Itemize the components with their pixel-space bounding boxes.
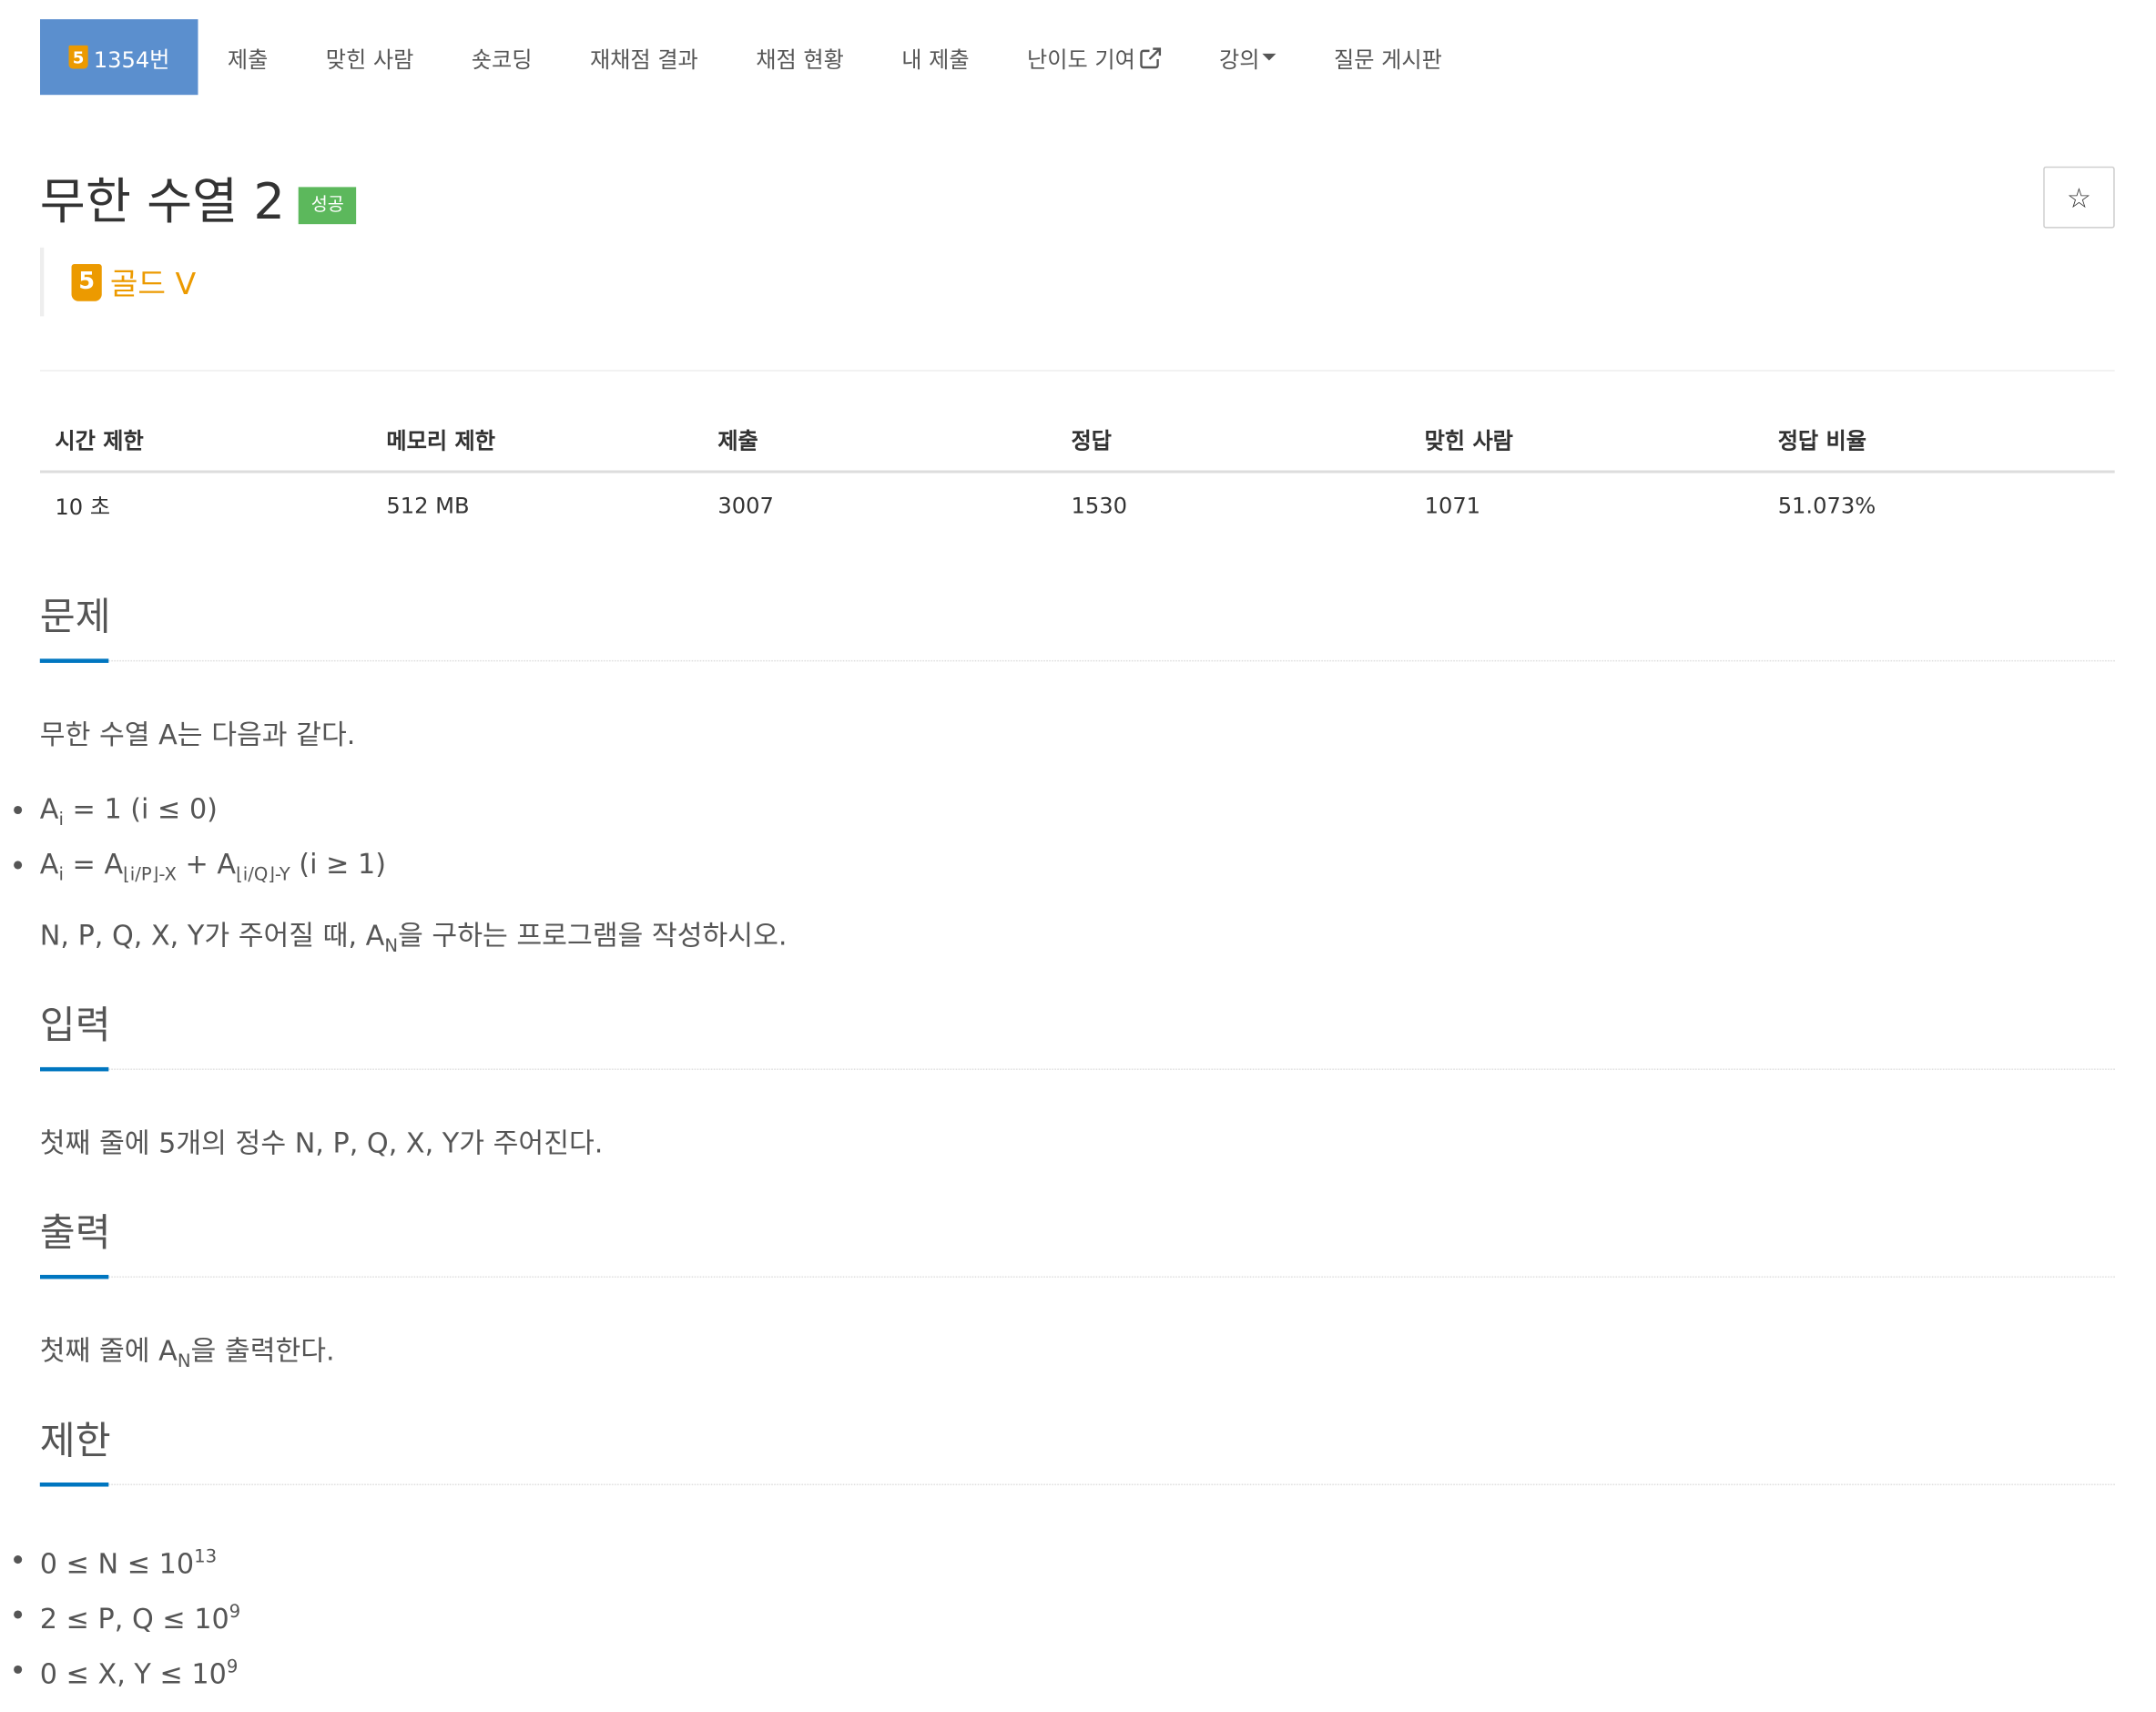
nav-rejudge-results-label: 재채점 결과 [589, 46, 698, 73]
tier-label: 골드 V [109, 268, 197, 303]
heading-underline [39, 1066, 109, 1072]
nav-judge-status[interactable]: 채점 현황 [727, 19, 872, 95]
math-symbol: A [39, 791, 59, 826]
problem-title-row: 무한 수열 2 성공 [40, 162, 357, 234]
output-text: 첫째 줄에 A [39, 1333, 178, 1368]
section-title: 문제 [39, 594, 111, 640]
nav-submit[interactable]: 제출 [198, 19, 297, 95]
header-solved-users: 맞힌 사람 [1424, 427, 1513, 454]
star-icon: ☆ [2066, 180, 2091, 214]
section-title: 제한 [39, 1418, 111, 1463]
problem-info-table: 시간 제한 메모리 제한 제출 정답 맞힌 사람 정답 비율 10 초 512 … [39, 407, 2115, 536]
nav-my-submissions[interactable]: 내 제출 [873, 19, 999, 95]
external-link-icon [1139, 46, 1161, 68]
nav-problem-number[interactable]: 5 1354번 [39, 19, 199, 96]
limit-text: 0 ≤ X, Y ≤ 10 [39, 1656, 227, 1691]
section-limits-heading: 제한 [39, 1415, 2115, 1487]
math-subscript: N [384, 936, 399, 958]
math-text: = 1 (i ≤ 0) [63, 791, 218, 826]
nav-judge-status-label: 채점 현황 [756, 46, 844, 73]
table-header-row: 시간 제한 메모리 제한 제출 정답 맞힌 사람 정답 비율 [39, 407, 2115, 474]
math-exponent: 13 [194, 1546, 218, 1568]
nav-short-coding-label: 숏코딩 [471, 46, 533, 73]
header-submissions: 제출 [717, 427, 758, 454]
math-exponent: 9 [229, 1602, 241, 1624]
nav-qna-board[interactable]: 질문 게시판 [1305, 19, 1470, 95]
solved-users-value: 1071 [1424, 491, 1481, 518]
section-output-heading: 출력 [39, 1208, 2115, 1279]
time-limit-value: 10 초 [55, 494, 111, 520]
nav-solved-users[interactable]: 맞힌 사람 [297, 19, 442, 95]
accept-ratio-value: 51.073% [1777, 491, 1876, 518]
output-description: 첫째 줄에 AN을 출력한다. [40, 1332, 335, 1381]
submissions-value: 3007 [717, 491, 774, 518]
divider [39, 370, 2115, 372]
list-item: Ai = A⌊i/P⌋-X + A⌊i/Q⌋-Y (i ≥ 1) [14, 846, 386, 894]
math-text: + A [176, 847, 237, 881]
status-badge: 성공 [299, 186, 357, 224]
nav-difficulty-contribution-label: 난이도 기여 [1027, 46, 1135, 73]
list-item: 2 ≤ P, Q ≤ 109 [14, 1595, 241, 1636]
limit-text: 2 ≤ P, Q ≤ 10 [39, 1602, 229, 1636]
caret-down-icon [1262, 53, 1276, 61]
section-input-heading: 입력 [39, 1000, 2115, 1072]
problem-nav: 5 1354번 제출 맞힌 사람 숏코딩 재채점 결과 채점 현황 내 제출 난… [39, 19, 1471, 96]
problem-title: 무한 수열 2 [39, 174, 286, 231]
nav-submit-label: 제출 [227, 46, 269, 73]
table-row: 10 초 512 MB 3007 1530 1071 51.073% [40, 474, 2115, 536]
nav-rejudge-results[interactable]: 재채점 결과 [561, 19, 727, 95]
section-title: 입력 [39, 1002, 111, 1048]
output-text: 을 출력한다. [190, 1333, 335, 1368]
list-item: Ai = 1 (i ≤ 0) [14, 790, 218, 839]
limit-text: 0 ≤ N ≤ 10 [39, 1546, 195, 1581]
nav-lectures-label: 강의 [1219, 46, 1260, 73]
input-description: 첫째 줄에 5개의 정수 N, P, Q, X, Y가 주어진다. [39, 1126, 604, 1160]
math-subscript: N [177, 1351, 191, 1373]
heading-underline [39, 658, 109, 663]
nav-lectures-dropdown[interactable]: 강의 [1190, 19, 1305, 95]
accepted-value: 1530 [1071, 491, 1127, 518]
math-exponent: 9 [226, 1656, 239, 1678]
nav-solved-users-label: 맞힌 사람 [325, 46, 414, 73]
header-accept-ratio: 정답 비율 [1777, 427, 1867, 454]
gold-tier-icon: 5 [71, 263, 102, 301]
math-text: (i ≥ 1) [290, 847, 386, 881]
header-accepted: 정답 [1071, 427, 1112, 454]
section-problem-heading: 문제 [39, 591, 2115, 663]
nav-short-coding[interactable]: 숏코딩 [442, 19, 561, 95]
problem-task: N, P, Q, X, Y가 주어질 때, AN을 구하는 프로그램을 작성하시… [40, 917, 788, 965]
math-symbol: A [39, 847, 59, 881]
section-title: 출력 [39, 1209, 111, 1256]
gold-tier-icon: 5 [68, 45, 88, 69]
math-subscript: ⌊i/P⌋-X [123, 864, 177, 886]
memory-limit-value: 512 MB [386, 491, 470, 518]
task-text: N, P, Q, X, Y가 주어질 때, A [39, 918, 385, 953]
task-text: 을 구하는 프로그램을 작성하시오. [398, 918, 788, 953]
problem-tier: 5 골드 V [39, 247, 197, 317]
header-time-limit: 시간 제한 [55, 427, 144, 454]
list-item: 0 ≤ N ≤ 1013 [14, 1540, 218, 1581]
list-item: 0 ≤ X, Y ≤ 109 [14, 1650, 239, 1691]
problem-intro: 무한 수열 A는 다음과 같다. [39, 718, 356, 751]
nav-problem-number-label: 1354번 [93, 46, 170, 73]
favorite-star-button[interactable]: ☆ [2043, 166, 2115, 229]
nav-my-submissions-label: 내 제출 [901, 46, 970, 73]
math-subscript: ⌊i/Q⌋-Y [236, 864, 290, 886]
heading-underline [39, 1482, 109, 1487]
heading-underline [39, 1274, 109, 1279]
nav-difficulty-contribution[interactable]: 난이도 기여 [998, 19, 1190, 95]
nav-qna-board-label: 질문 게시판 [1334, 46, 1442, 73]
header-memory-limit: 메모리 제한 [386, 427, 495, 454]
math-text: = A [63, 847, 124, 881]
